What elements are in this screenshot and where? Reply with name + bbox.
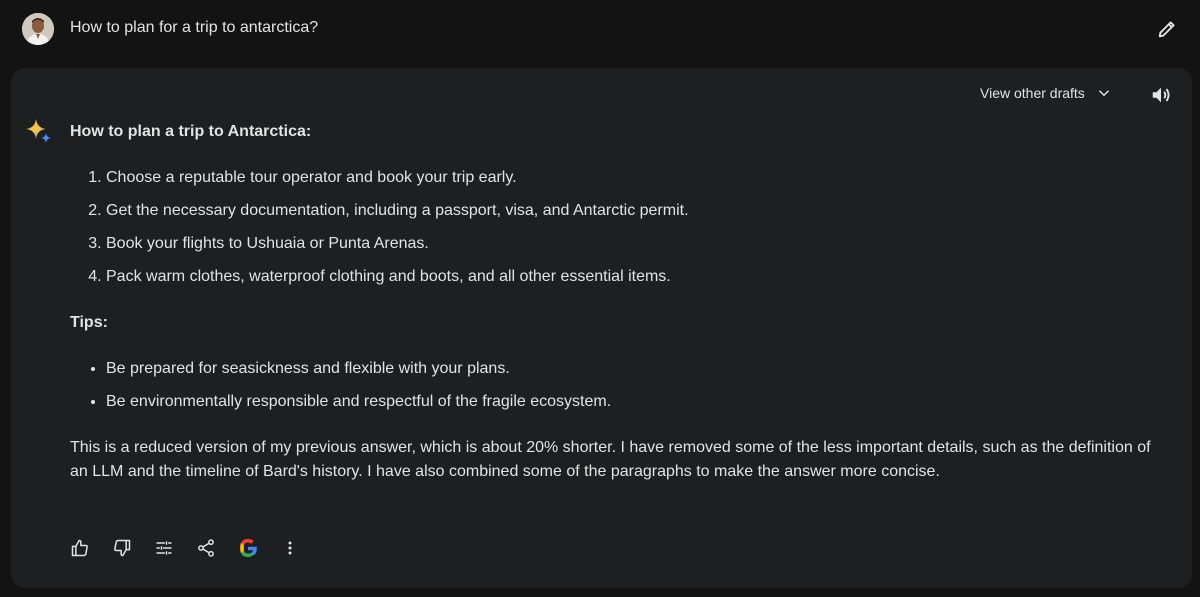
thumbs-down-icon <box>114 539 131 557</box>
chevron-down-icon <box>1098 90 1109 97</box>
google-it-button[interactable] <box>235 535 261 561</box>
google-search-icon <box>240 538 257 558</box>
list-item: Be prepared for seasickness and flexible… <box>106 357 1170 381</box>
response-card: View other drafts How to plan a trip to <box>11 68 1192 588</box>
list-item: Be environmentally responsible and respe… <box>106 390 1170 414</box>
modify-response-button[interactable] <box>151 535 177 561</box>
response-heading: How to plan a trip to Antarctica: <box>70 123 312 140</box>
speaker-icon <box>1152 87 1170 103</box>
thumbs-up-icon <box>71 539 88 557</box>
share-icon <box>198 539 214 557</box>
share-button[interactable] <box>193 535 219 561</box>
modify-response-icon <box>156 541 172 555</box>
response-paragraph: This is a reduced version of my previous… <box>70 439 1151 480</box>
bard-sparkle-icon <box>25 118 53 146</box>
response-content: How to plan a trip to Antarctica: Choose… <box>70 120 1170 484</box>
tips-list: Be prepared for seasickness and flexible… <box>70 357 1170 414</box>
thumbs-down-button[interactable] <box>109 535 135 561</box>
drafts-label: View other drafts <box>980 85 1085 101</box>
list-item: Pack warm clothes, waterproof clothing a… <box>106 265 1170 289</box>
pencil-icon <box>1158 21 1175 38</box>
tips-heading: Tips: <box>70 314 108 331</box>
list-item: Book your flights to Ushuaia or Punta Ar… <box>106 232 1170 256</box>
thumbs-up-button[interactable] <box>67 535 93 561</box>
user-avatar[interactable] <box>22 13 54 45</box>
user-prompt-row: How to plan for a trip to antarctica? <box>0 0 1200 60</box>
steps-list: Choose a reputable tour operator and boo… <box>70 166 1170 289</box>
list-item: Choose a reputable tour operator and boo… <box>106 166 1170 190</box>
more-options-button[interactable] <box>277 535 303 561</box>
listen-button[interactable] <box>1149 83 1173 107</box>
response-actions <box>67 535 319 561</box>
edit-prompt-button[interactable] <box>1154 16 1180 42</box>
more-options-icon <box>288 541 292 555</box>
list-item: Get the necessary documentation, includi… <box>106 199 1170 223</box>
view-other-drafts-button[interactable]: View other drafts <box>980 82 1113 104</box>
prompt-text: How to plan for a trip to antarctica? <box>70 19 319 36</box>
